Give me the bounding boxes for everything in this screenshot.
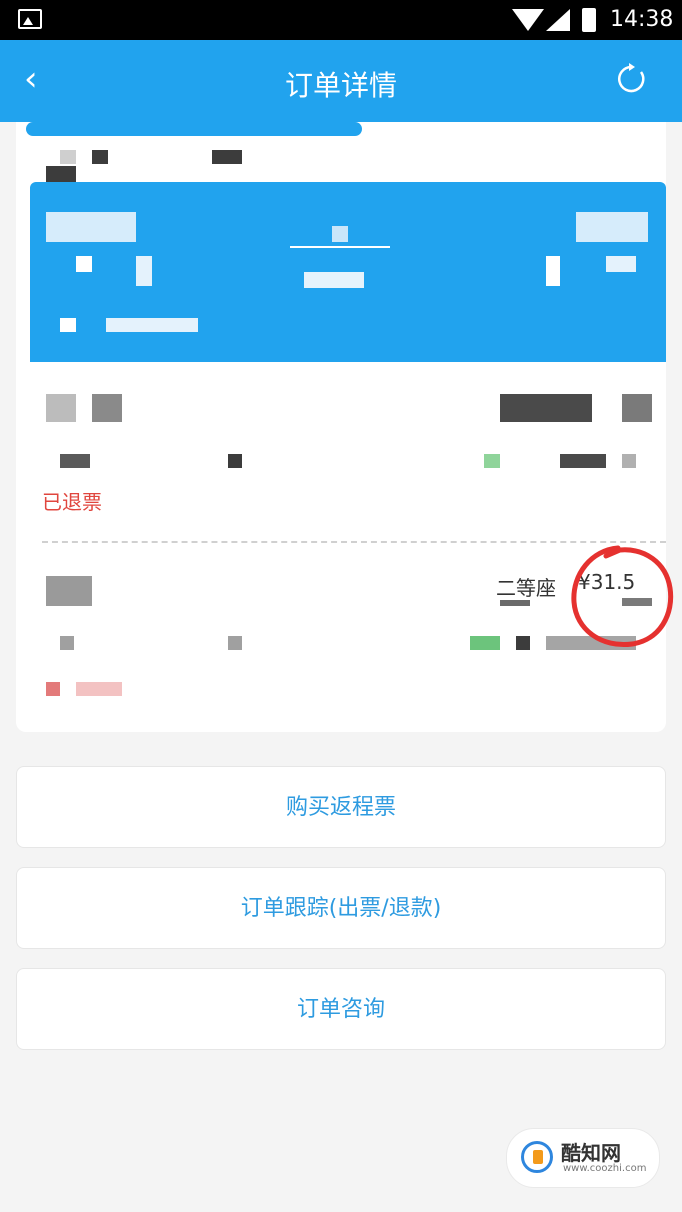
blurred-text	[46, 166, 76, 182]
blurred-id-number	[60, 636, 74, 650]
blurred-ticket-type	[484, 454, 500, 468]
blurred-text	[92, 150, 108, 164]
annotation-circle	[571, 545, 674, 648]
blurred-seat-info	[500, 394, 592, 422]
wifi-icon	[512, 9, 544, 31]
blurred-arrival	[606, 256, 636, 272]
blurred-ticket-type	[470, 636, 500, 650]
blurred-arrival	[546, 256, 560, 286]
blurred-departure	[136, 256, 152, 286]
coozhi-logo-icon	[521, 1141, 553, 1173]
blurred-passenger-name	[46, 394, 76, 422]
trip-arrow-line	[290, 246, 390, 248]
blurred-id-number	[228, 454, 242, 468]
battery-icon	[582, 8, 596, 32]
watermark: 酷知网 www.coozhi.com	[506, 1128, 660, 1188]
image-notification-icon	[18, 9, 42, 29]
signal-icon	[546, 9, 570, 31]
blurred-train-no	[332, 226, 348, 242]
blurred-departure	[76, 256, 92, 272]
watermark-url: www.coozhi.com	[563, 1163, 647, 1174]
blurred-departure	[46, 212, 136, 242]
page-title: 订单详情	[284, 69, 397, 102]
blurred-text	[212, 150, 242, 164]
blurred-id-number	[60, 454, 90, 468]
blurred-arrival	[576, 212, 648, 242]
refund-status: 已退票	[42, 490, 102, 514]
watermark-name: 酷知网	[561, 1141, 621, 1165]
blurred-text	[60, 150, 76, 164]
buy-return-ticket-button[interactable]: 购买返程票	[16, 766, 666, 848]
refresh-icon[interactable]	[614, 62, 648, 96]
order-inquiry-button[interactable]: 订单咨询	[16, 968, 666, 1050]
blurred-ticket-type	[622, 454, 636, 468]
blurred-status	[46, 682, 60, 696]
status-time: 14:38	[610, 7, 674, 32]
blurred-id-number	[228, 636, 242, 650]
blurred-date	[106, 318, 198, 332]
blurred-passenger-name	[46, 576, 92, 606]
blurred-ticket-type	[560, 454, 606, 468]
seat-class: 二等座	[496, 576, 556, 600]
blurred-passenger-name	[92, 394, 122, 422]
blurred-status	[76, 682, 122, 696]
blurred-date	[60, 318, 76, 332]
blurred-ticket-type	[516, 636, 530, 650]
status-bar: 14:38	[0, 0, 682, 40]
tab-strip	[26, 122, 362, 136]
blurred-duration	[304, 272, 364, 288]
nav-bar: ‹ 订单详情	[0, 40, 682, 122]
order-tracking-button[interactable]: 订单跟踪(出票/退款)	[16, 867, 666, 949]
blurred-seat-info	[622, 394, 652, 422]
blurred-seat-number	[500, 600, 530, 606]
